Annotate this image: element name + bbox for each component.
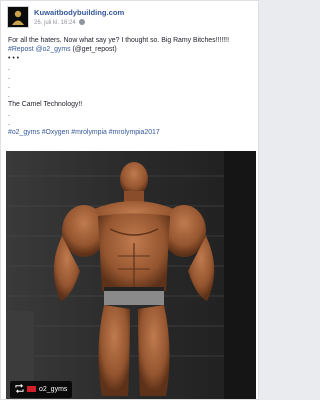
repost-username: o2_gyms [39,386,68,393]
hashtags-line: #o2_gyms #Oxygen #mrolympia #mrolympia20… [8,128,254,137]
post-repost-line: #Repost @o2_gyms (@get_repost) [8,45,254,54]
dot-line: . [8,92,10,100]
bodybuilder-photo [6,151,256,399]
globe-icon [79,19,86,25]
repost-icon [15,384,24,393]
dot-line: . [8,64,10,72]
post-text-line: For all the haters. Now what say ye? I t… [8,37,229,44]
facebook-post-card: Kuwaitbodybuilding.com 26. juli kl. 16:2… [0,0,259,400]
avatar-logo [8,7,28,27]
hashtag-mrolympia2017[interactable]: #mrolympia2017 [109,129,160,136]
dot-line: . [8,119,10,127]
dot-line: . [8,82,10,90]
dots-line: • • • [8,55,20,63]
post-header: Kuwaitbodybuilding.com 26. juli kl. 16:2… [7,6,254,28]
page-name-link[interactable]: Kuwaitbodybuilding.com [34,8,124,17]
repost-source: (@get_repost) [72,46,117,54]
post-photo[interactable]: o2_gyms [6,151,256,399]
repost-badge: o2_gyms [10,381,73,398]
brand-chip-icon [27,386,36,392]
hashtag-mrolympia[interactable]: #mrolympia [71,129,107,136]
mention-o2-gyms[interactable]: @o2_gyms [36,46,71,53]
dot-line: . [8,110,10,118]
post-timestamp[interactable]: 26. juli kl. 16:24 [34,20,76,26]
post-text: For all the haters. Now what say ye? I t… [8,36,254,137]
post-text-tech: The Camel Technology!! [8,101,83,109]
dot-line: . [8,73,10,81]
post-meta: 26. juli kl. 16:24 [34,19,86,26]
hashtag-o2-gyms[interactable]: #o2_gyms [8,129,40,136]
hashtag-repost[interactable]: #Repost [8,46,34,53]
hashtag-oxygen[interactable]: #Oxygen [42,129,70,136]
page-avatar[interactable] [7,6,29,28]
